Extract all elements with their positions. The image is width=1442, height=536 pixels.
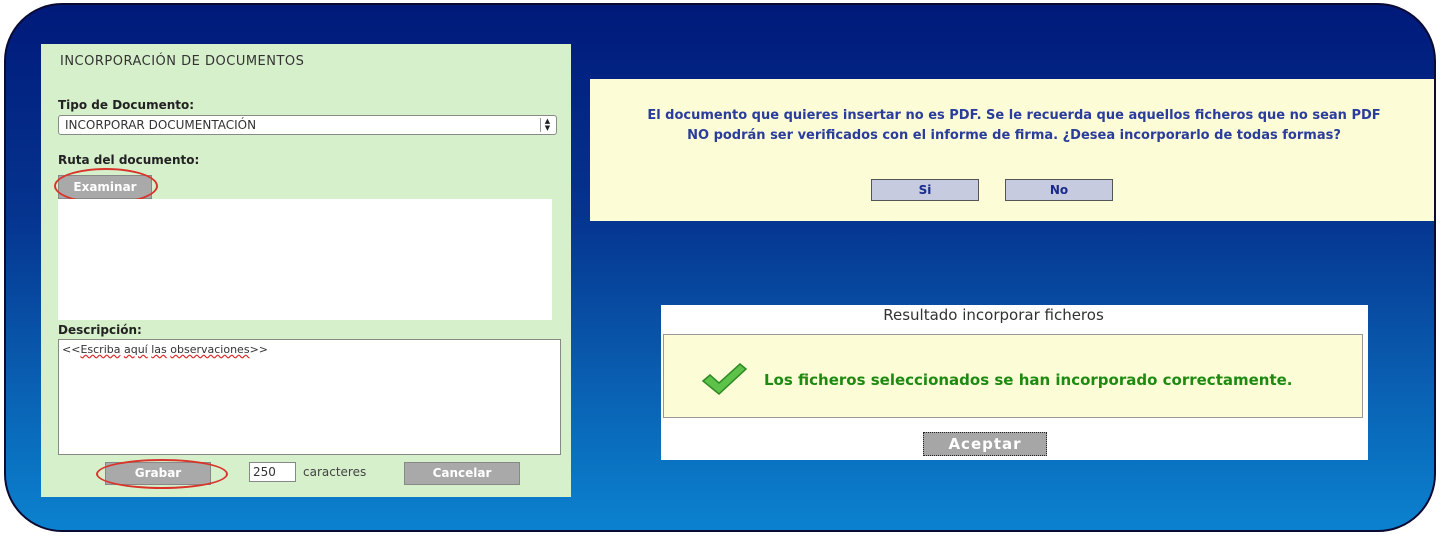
accept-button[interactable]: Aceptar [923, 432, 1047, 456]
result-dialog-title: Resultado incorporar ficheros [883, 306, 1104, 324]
background-frame: INCORPORACIÓN DE DOCUMENTOS Tipo de Docu… [4, 3, 1436, 532]
yes-button[interactable]: Si [871, 179, 979, 201]
pdf-warning-message: El documento que quieres insertar no es … [590, 106, 1434, 146]
pdf-warning-line1: El documento que quieres insertar no es … [647, 108, 1381, 123]
result-dialog: Resultado incorporar ficheros Los ficher… [661, 305, 1368, 460]
description-textarea[interactable]: <<Escriba aquí las observaciones>> [58, 339, 561, 455]
description-word: las [151, 343, 167, 356]
pdf-warning-line2: NO podrán ser verificados con el informe… [687, 128, 1341, 143]
description-suffix: >> [249, 343, 268, 356]
path-label: Ruta del documento: [58, 153, 200, 167]
result-message: Los ficheros seleccionados se han incorp… [764, 371, 1293, 389]
doc-type-select[interactable]: INCORPORAR DOCUMENTACIÓN ▲ ▼ [58, 115, 557, 135]
doc-type-label: Tipo de Documento: [58, 98, 195, 112]
description-word: observaciones [170, 343, 250, 356]
select-arrows-icon: ▲ ▼ [540, 118, 554, 132]
cancel-button[interactable]: Cancelar [404, 462, 520, 485]
doc-type-value: INCORPORAR DOCUMENTACIÓN [65, 118, 257, 132]
result-message-box: Los ficheros seleccionados se han incorp… [663, 334, 1363, 418]
highlight-oval-save [96, 459, 228, 489]
checkmark-icon [701, 363, 748, 395]
file-list-area [58, 199, 552, 320]
panel-title: INCORPORACIÓN DE DOCUMENTOS [60, 54, 305, 69]
description-word: aquí [123, 343, 148, 356]
no-button[interactable]: No [1005, 179, 1113, 201]
description-word: Escriba [80, 343, 121, 356]
char-count-input[interactable]: 250 [249, 462, 296, 482]
pdf-warning-dialog: El documento que quieres insertar no es … [590, 79, 1434, 221]
description-label: Descripción: [58, 323, 142, 337]
description-prefix: << [62, 343, 81, 356]
document-form-panel: INCORPORACIÓN DE DOCUMENTOS Tipo de Docu… [41, 44, 571, 497]
chars-label: caracteres [303, 465, 367, 479]
